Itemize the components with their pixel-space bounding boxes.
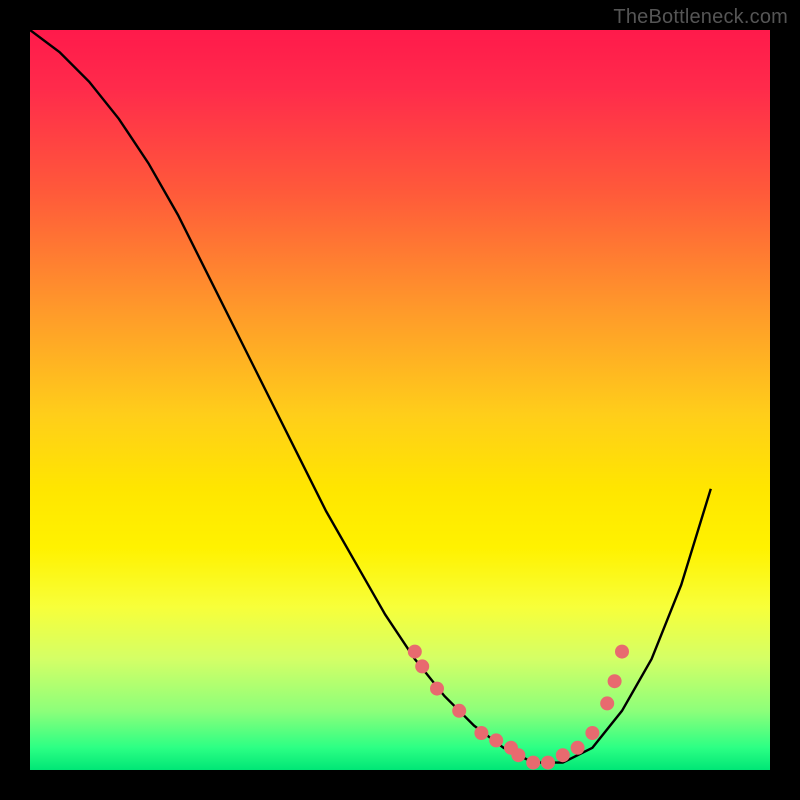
marker-dot <box>571 741 585 755</box>
marker-dot <box>474 726 488 740</box>
curve-svg <box>30 30 770 770</box>
marker-dot <box>556 748 570 762</box>
marker-dot <box>541 756 555 770</box>
marker-dot <box>615 645 629 659</box>
bottleneck-curve-path <box>30 30 711 763</box>
marker-dot <box>608 674 622 688</box>
marker-dot <box>415 659 429 673</box>
marker-dot <box>430 682 444 696</box>
marker-group <box>408 645 629 770</box>
marker-dot <box>511 748 525 762</box>
marker-dot <box>452 704 466 718</box>
marker-dot <box>489 733 503 747</box>
watermark-text: TheBottleneck.com <box>613 6 788 29</box>
marker-dot <box>526 756 540 770</box>
marker-dot <box>585 726 599 740</box>
marker-dot <box>600 696 614 710</box>
marker-dot <box>408 645 422 659</box>
plot-area <box>30 30 770 770</box>
chart-frame: TheBottleneck.com <box>0 0 800 800</box>
